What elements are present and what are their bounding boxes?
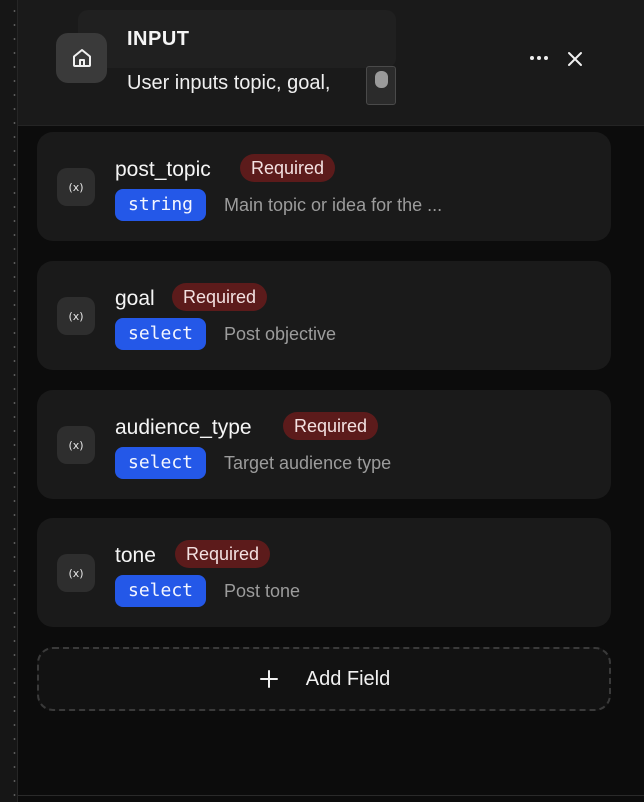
plus-icon [258,668,280,690]
required-badge: Required [172,283,268,311]
close-icon [568,52,582,66]
required-badge: Required [175,540,271,568]
cursor-knob [375,71,388,88]
svg-text:(x): (x) [68,181,83,194]
svg-text:(x): (x) [68,439,83,452]
workflow-canvas-edge [0,0,17,802]
text-cursor-handle[interactable] [366,66,396,105]
field-card-post-topic[interactable]: (x) post_topic Required string Main topi… [37,132,611,241]
type-badge: string [115,189,207,221]
home-icon [56,33,107,83]
field-description: Target audience type [224,453,392,473]
panel-divider [18,795,644,796]
more-options-button[interactable] [526,47,552,69]
node-description[interactable]: User inputs topic, goal, [127,72,330,95]
variable-icon: (x) [57,426,95,464]
variable-icon: (x) [57,168,95,206]
field-name: post_topic [115,158,211,181]
field-description: Post objective [224,324,337,344]
field-card-tone[interactable]: (x) tone Required select Post tone [37,518,611,627]
add-field-button[interactable]: Add Field [37,647,611,711]
header-highlight [78,10,396,68]
node-title[interactable]: INPUT [127,28,190,51]
svg-text:(x): (x) [68,310,83,323]
field-name: goal [115,287,155,310]
more-horizontal-icon [530,56,548,60]
type-badge: select [115,575,207,607]
field-name: audience_type [115,416,252,439]
field-description: Post tone [224,581,301,601]
field-card-goal[interactable]: (x) goal Required select Post objective [37,261,611,370]
required-badge: Required [283,412,379,440]
close-button[interactable] [562,46,588,72]
required-badge: Required [240,154,336,182]
field-card-audience-type[interactable]: (x) audience_type Required select Target… [37,390,611,499]
field-description: Main topic or idea for the ... [224,195,443,215]
type-badge: select [115,447,207,479]
panel-header: INPUT User inputs topic, goal, [18,0,644,126]
type-badge: select [115,318,207,350]
field-name: tone [115,544,156,567]
node-config-panel: INPUT User inputs topic, goal, (x) post_… [17,0,644,802]
variable-icon: (x) [57,554,95,592]
svg-text:(x): (x) [68,567,83,580]
add-field-label: Add Field [305,667,391,690]
variable-icon: (x) [57,297,95,335]
